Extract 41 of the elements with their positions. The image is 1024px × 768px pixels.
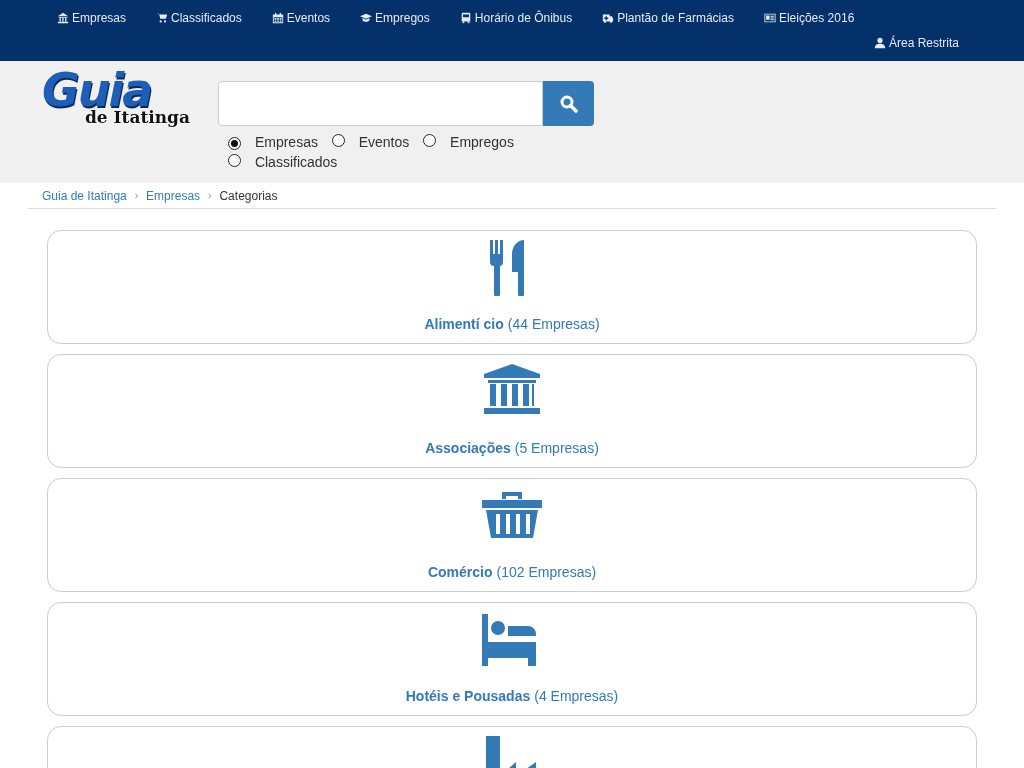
site-logo[interactable]: Guia de Itatinga <box>42 69 192 183</box>
radio-label: Classificados <box>254 154 338 170</box>
nav-link[interactable]: Classificados <box>149 11 257 25</box>
category-card[interactable]: Associações (5 Empresas) <box>47 354 977 468</box>
graduation-icon <box>360 12 373 24</box>
radio-label: Eventos <box>358 134 410 150</box>
search-type-radio[interactable] <box>228 154 241 167</box>
search-field[interactable] <box>218 81 543 126</box>
category-label[interactable]: Comércio (102 Empresas) <box>427 564 597 580</box>
nav-link[interactable]: Empregos <box>353 11 445 25</box>
card-icon <box>763 12 776 24</box>
category-label[interactable]: Alimentí cio (44 Empresas) <box>424 316 600 332</box>
category-card[interactable]: Hotéis e Pousadas (4 Empresas) <box>47 602 977 716</box>
nav-link[interactable]: Horário de Ônibus <box>452 11 588 25</box>
search-type-radio[interactable] <box>423 134 437 147</box>
bus-icon <box>459 12 472 24</box>
breadcrumb-link[interactable]: Guia de Itatinga <box>42 188 127 203</box>
cart-icon <box>156 12 169 24</box>
search-button[interactable] <box>543 81 594 126</box>
nav-link[interactable]: Eventos <box>264 11 346 25</box>
calendar-icon <box>271 12 284 24</box>
breadcrumb-current: Categorias <box>219 188 278 203</box>
category-card[interactable]: Alimentí cio (44 Empresas) <box>47 230 977 344</box>
radio-label: Empresas <box>254 134 318 150</box>
nav-link[interactable]: Eleições 2016 <box>756 11 870 25</box>
restricted-area-link[interactable]: Área Restrita <box>866 36 974 50</box>
search-icon <box>559 94 578 113</box>
bank-icon <box>57 12 69 24</box>
nav-link[interactable]: Empresas <box>50 11 142 25</box>
category-label[interactable]: Hotéis e Pousadas (4 Empresas) <box>405 688 619 704</box>
category-card[interactable]: Comércio (102 Empresas) <box>47 478 977 592</box>
radio-label: Empregos <box>450 134 514 150</box>
user-icon <box>873 37 886 49</box>
breadcrumb-separator: › <box>134 190 139 201</box>
breadcrumb-link[interactable]: Empresas <box>146 188 201 203</box>
breadcrumb-separator: › <box>208 190 212 201</box>
category-label[interactable]: Associações (5 Empresas) <box>425 440 599 456</box>
search-type-radio[interactable] <box>228 137 241 150</box>
ambulance-icon <box>602 12 615 24</box>
search-type-radio[interactable] <box>331 134 345 147</box>
nav-link[interactable]: Plantão de Farmácias <box>595 11 749 25</box>
